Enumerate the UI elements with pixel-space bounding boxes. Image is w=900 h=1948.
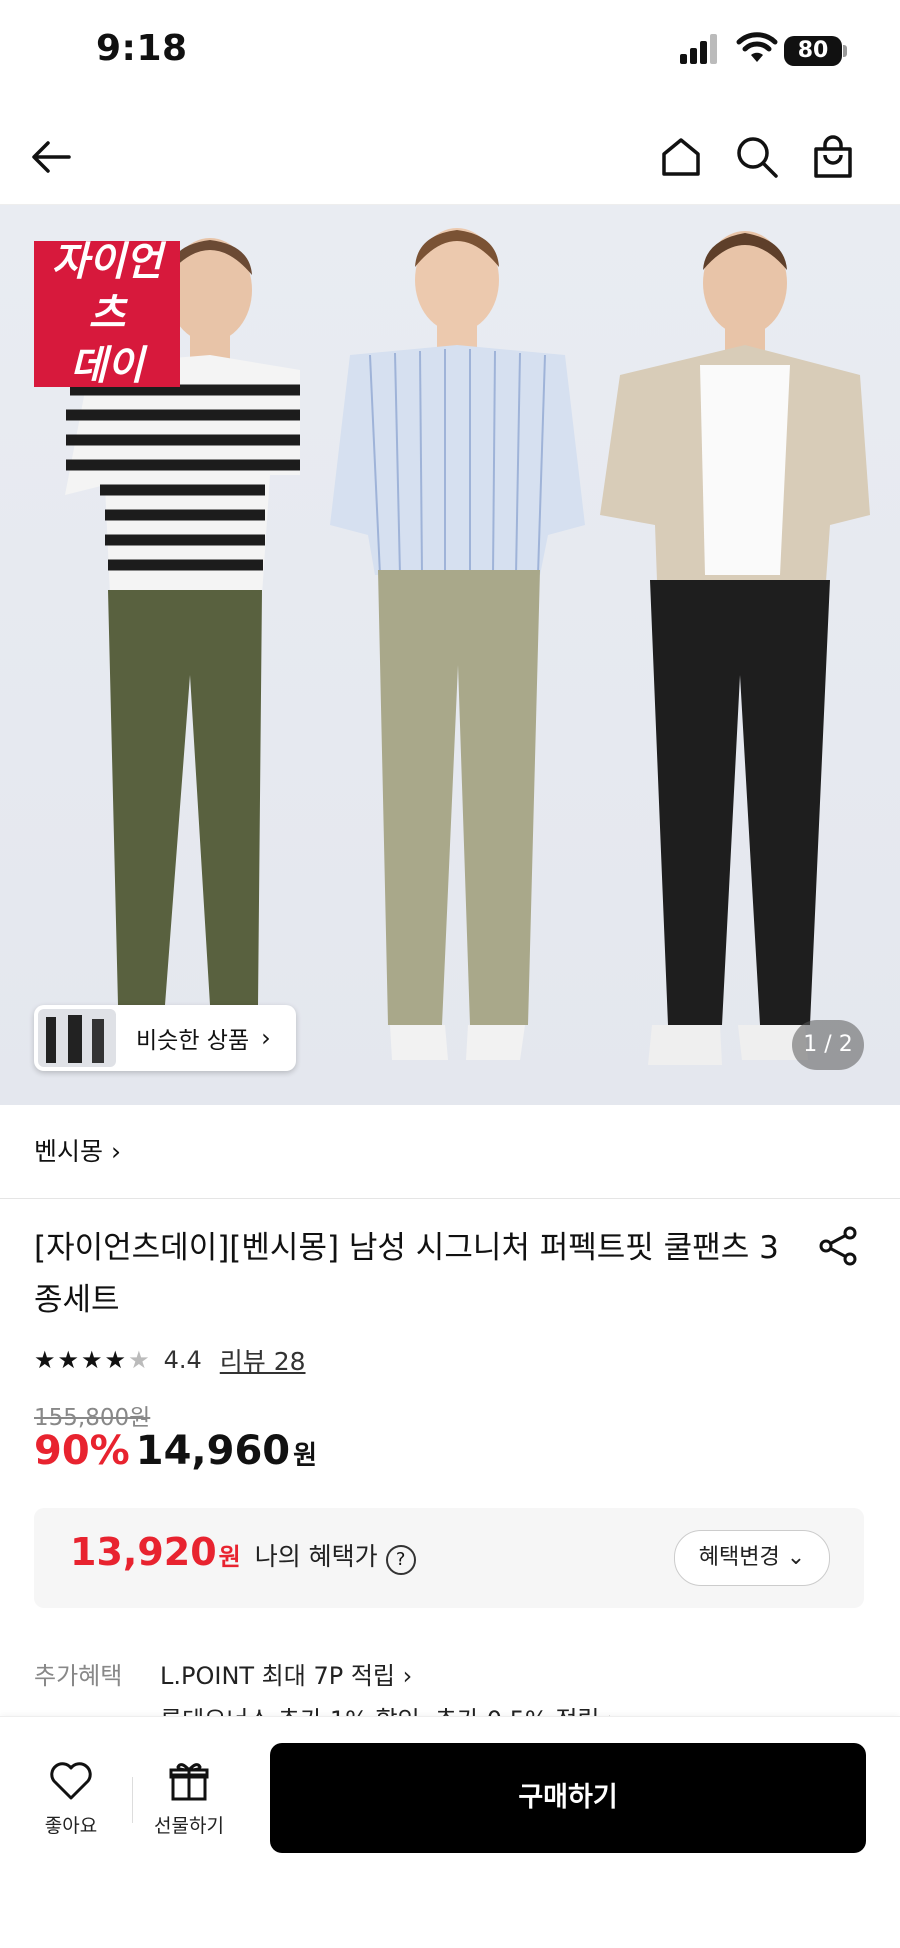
home-icon <box>662 138 700 176</box>
star-icon: ★ <box>34 1346 56 1374</box>
buy-button[interactable]: 구매하기 <box>270 1743 866 1853</box>
like-button[interactable]: 좋아요 <box>16 1761 126 1838</box>
wifi-icon <box>736 32 778 62</box>
extra-benefit-label: 추가혜택 <box>34 1662 123 1690</box>
review-count-link[interactable]: 리뷰 28 <box>220 1342 306 1378</box>
star-icon: ★ <box>104 1346 127 1374</box>
brand-link[interactable]: 벤시몽 › <box>34 1132 121 1168</box>
price-row: 90% 14,960 원 <box>34 1428 317 1474</box>
gift-button[interactable]: 선물하기 <box>134 1761 244 1838</box>
cart-button[interactable] <box>808 132 858 182</box>
benefit-currency: 원 <box>218 1543 241 1571</box>
rating-value: 4.4 <box>163 1346 202 1374</box>
top-nav-bar <box>0 110 900 205</box>
similar-products-label: 비슷한 상품 <box>136 1028 250 1054</box>
section-divider <box>0 1198 900 1199</box>
bottom-bar-divider <box>132 1777 133 1823</box>
search-button[interactable] <box>732 132 782 182</box>
product-title: [자이언츠데이][벤시몽] 남성 시그니처 퍼펙트핏 쿨팬츠 3종세트 <box>34 1230 779 1318</box>
promo-badge-line2: 데이 <box>70 342 144 389</box>
sale-price: 14,960 <box>135 1428 291 1474</box>
status-bar: 9:18 80 <box>0 0 900 100</box>
status-time: 9:18 <box>96 28 188 69</box>
currency-unit: 원 <box>293 1441 318 1471</box>
chevron-right-icon: › <box>261 1024 271 1052</box>
cellular-signal-icon <box>680 34 717 64</box>
benefit-price-label: 나의 혜택가 <box>254 1542 378 1571</box>
like-label: 좋아요 <box>44 1815 98 1837</box>
star-icon: ★ <box>81 1346 103 1374</box>
promo-badge-line1: 자이언츠 <box>51 238 163 337</box>
battery-tip <box>843 45 847 57</box>
shopping-bag-icon <box>814 135 852 178</box>
promo-event-badge: 자이언츠 데이 <box>34 238 180 389</box>
share-icon[interactable] <box>818 1226 858 1266</box>
search-icon <box>737 137 778 178</box>
back-button[interactable] <box>26 132 76 182</box>
benefit-price-box: 13,920 원 나의 혜택가 ? 혜택변경 ⌄ <box>34 1508 864 1608</box>
model-right <box>600 231 870 1065</box>
gift-label: 선물하기 <box>154 1815 224 1837</box>
battery-level: 80 <box>784 36 842 66</box>
carousel-page-indicator: 1 / 2 <box>792 1020 864 1070</box>
model-center <box>330 228 585 1060</box>
home-button[interactable] <box>656 132 706 182</box>
bottom-action-bar: 좋아요 선물하기 구매하기 <box>0 1716 900 1948</box>
original-price: 155,800원 <box>34 1405 151 1431</box>
similar-products-thumbnail <box>38 1009 116 1067</box>
product-image-carousel[interactable]: 자이언츠 데이 비슷한 상품 › 1 / 2 <box>0 205 900 1105</box>
star-icon: ★ <box>57 1346 80 1374</box>
heart-icon <box>50 1762 92 1800</box>
gift-icon <box>169 1763 209 1801</box>
benefit-price-amount: 13,920 <box>70 1530 217 1574</box>
arrow-left-icon <box>32 141 71 173</box>
benefit-price-group: 13,920 원 나의 혜택가 ? <box>70 1530 416 1575</box>
similar-products-button[interactable]: 비슷한 상품 › <box>34 1005 296 1071</box>
star-half-icon: ★ <box>128 1346 150 1374</box>
rating-row: ★ ★ ★ ★ ★ 4.4 리뷰 28 <box>34 1342 306 1378</box>
discount-rate: 90% <box>34 1428 130 1474</box>
benefit-change-button[interactable]: 혜택변경 ⌄ <box>674 1530 830 1586</box>
help-icon[interactable]: ? <box>385 1545 416 1575</box>
lpoint-benefit-link[interactable]: L.POINT 최대 7P 적립 › <box>160 1656 412 1691</box>
